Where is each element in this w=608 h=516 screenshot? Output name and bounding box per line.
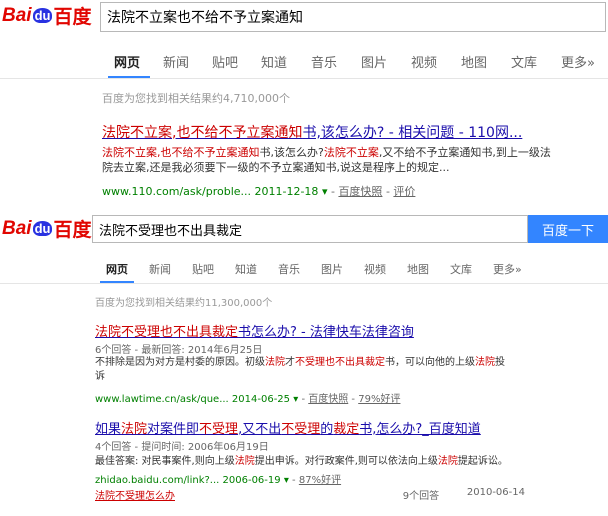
result-url-line: zhidao.baidu.com/link?... 2006-06-19 ▾ -… bbox=[95, 475, 342, 486]
result-count: 百度为您找到相关结果约11,300,000个 bbox=[95, 298, 273, 309]
tab-wenku[interactable]: 文库 bbox=[511, 52, 561, 71]
related-date: 2010-06-14 bbox=[466, 487, 525, 498]
result-url: www.110.com/ask/proble... 2011-12-18 bbox=[102, 185, 319, 198]
tab-video[interactable]: 视频 bbox=[364, 261, 407, 277]
chevron-down-icon[interactable]: ▾ bbox=[322, 185, 328, 198]
result-meta: 6个回答 - 最新回答: 2014年6月25日 bbox=[95, 345, 263, 356]
result-count: 百度为您找到相关结果约4,710,000个 bbox=[102, 92, 290, 105]
related-question: 法院不受理怎么办 9个回答 2010-06-14 bbox=[95, 487, 525, 502]
tab-wenku[interactable]: 文库 bbox=[450, 261, 493, 277]
result-title-link[interactable]: 如果法院对案件即不受理,又不出不受理的裁定书,怎么办?_百度知道 bbox=[95, 422, 481, 437]
related-question-link[interactable]: 法院不受理怎么办 bbox=[95, 487, 175, 502]
tabs-divider bbox=[0, 283, 608, 284]
tab-music[interactable]: 音乐 bbox=[311, 52, 361, 71]
tab-zhidao[interactable]: 知道 bbox=[235, 261, 278, 277]
result-title[interactable]: 法院不受理也不出具裁定书怎么办? - 法律快车法律咨询 bbox=[95, 321, 414, 340]
result-title-link[interactable]: 法院不受理也不出具裁定书怎么办? - 法律快车法律咨询 bbox=[95, 325, 414, 340]
snapshot-link[interactable]: 百度快照 bbox=[338, 185, 382, 198]
logo-baidu-text: 百度 bbox=[53, 7, 92, 28]
result-snippet: 不排除是因为对方是村委的原因。初级法院才不受理也不出具裁定书，可以向他的上级法院… bbox=[95, 357, 505, 382]
search-query: 法院不立案也不给不予立案通知 bbox=[107, 10, 303, 26]
result-title[interactable]: 法院不立案,也不给不予立案通知书,该怎么办? - 相关问题 - 110网... bbox=[102, 122, 522, 142]
tab-web[interactable]: 网页 bbox=[106, 261, 149, 277]
baidu-logo[interactable]: Bai du 百度 bbox=[2, 215, 91, 242]
tab-images[interactable]: 图片 bbox=[361, 52, 411, 71]
paw-icon: du bbox=[32, 8, 53, 23]
tab-map[interactable]: 地图 bbox=[461, 52, 511, 71]
tab-news[interactable]: 新闻 bbox=[149, 261, 192, 277]
nav-tabs: 网页 新闻 贴吧 知道 音乐 图片 视频 地图 文库 更多» bbox=[114, 52, 595, 71]
search-query: 法院不受理也不出具裁定 bbox=[99, 223, 243, 239]
result-url-line: www.lawtime.cn/ask/que... 2014-06-25 ▾ -… bbox=[95, 394, 401, 405]
tab-tieba[interactable]: 贴吧 bbox=[192, 261, 235, 277]
chevron-down-icon[interactable]: ▾ bbox=[293, 394, 298, 405]
tab-map[interactable]: 地图 bbox=[407, 261, 450, 277]
tab-more[interactable]: 更多» bbox=[493, 261, 522, 277]
nav-tabs: 网页 新闻 贴吧 知道 音乐 图片 视频 地图 文库 更多» bbox=[106, 261, 522, 277]
baidu-logo[interactable]: Bai du 百度 bbox=[2, 2, 91, 29]
search-button[interactable]: 百度一下 bbox=[528, 215, 608, 243]
result-snippet: 最佳答案: 对民事案件,则向上级法院提出申诉。对行政案件,则可以依法向上级法院提… bbox=[95, 456, 508, 467]
result-title-link[interactable]: 法院不立案,也不给不予立案通知书,该怎么办? - 相关问题 - 110网... bbox=[102, 125, 522, 141]
snapshot-link[interactable]: 百度快照 bbox=[308, 394, 348, 405]
tab-zhidao[interactable]: 知道 bbox=[261, 52, 311, 71]
tab-news[interactable]: 新闻 bbox=[163, 52, 212, 71]
result-meta: 4个回答 - 提问时间: 2006年06月19日 bbox=[95, 442, 269, 453]
result-url-line: www.110.com/ask/proble... 2011-12-18 ▾ -… bbox=[102, 185, 416, 198]
rating-link[interactable]: 评价 bbox=[393, 185, 415, 198]
result-url: www.lawtime.cn/ask/que... 2014-06-25 bbox=[95, 394, 291, 405]
result-snippet: 法院不立案,也不给不予立案通知书,该怎么办?法院不立案,又不给不予立案通知书,到… bbox=[102, 146, 551, 174]
logo-baidu-text: 百度 bbox=[53, 220, 92, 241]
result-url: zhidao.baidu.com/link?... 2006-06-19 bbox=[95, 475, 281, 486]
tab-video[interactable]: 视频 bbox=[411, 52, 461, 71]
chevron-down-icon[interactable]: ▾ bbox=[284, 475, 289, 486]
tab-music[interactable]: 音乐 bbox=[278, 261, 321, 277]
related-answer-count: 9个回答 bbox=[402, 491, 440, 502]
tab-web[interactable]: 网页 bbox=[114, 52, 163, 71]
paw-icon: du bbox=[32, 221, 53, 236]
logo-bai-text: Bai bbox=[2, 217, 32, 239]
logo-bai-text: Bai bbox=[2, 4, 32, 26]
search-input[interactable]: 法院不立案也不给不予立案通知 bbox=[100, 2, 606, 32]
rating-link[interactable]: 79%好评 bbox=[358, 394, 400, 405]
tabs-divider bbox=[0, 78, 608, 79]
tab-tieba[interactable]: 贴吧 bbox=[212, 52, 261, 71]
rating-link[interactable]: 87%好评 bbox=[299, 475, 341, 486]
tab-more[interactable]: 更多» bbox=[561, 52, 595, 71]
tab-images[interactable]: 图片 bbox=[321, 261, 364, 277]
search-input[interactable]: 法院不受理也不出具裁定 bbox=[92, 215, 528, 243]
result-title[interactable]: 如果法院对案件即不受理,又不出不受理的裁定书,怎么办?_百度知道 bbox=[95, 418, 481, 437]
